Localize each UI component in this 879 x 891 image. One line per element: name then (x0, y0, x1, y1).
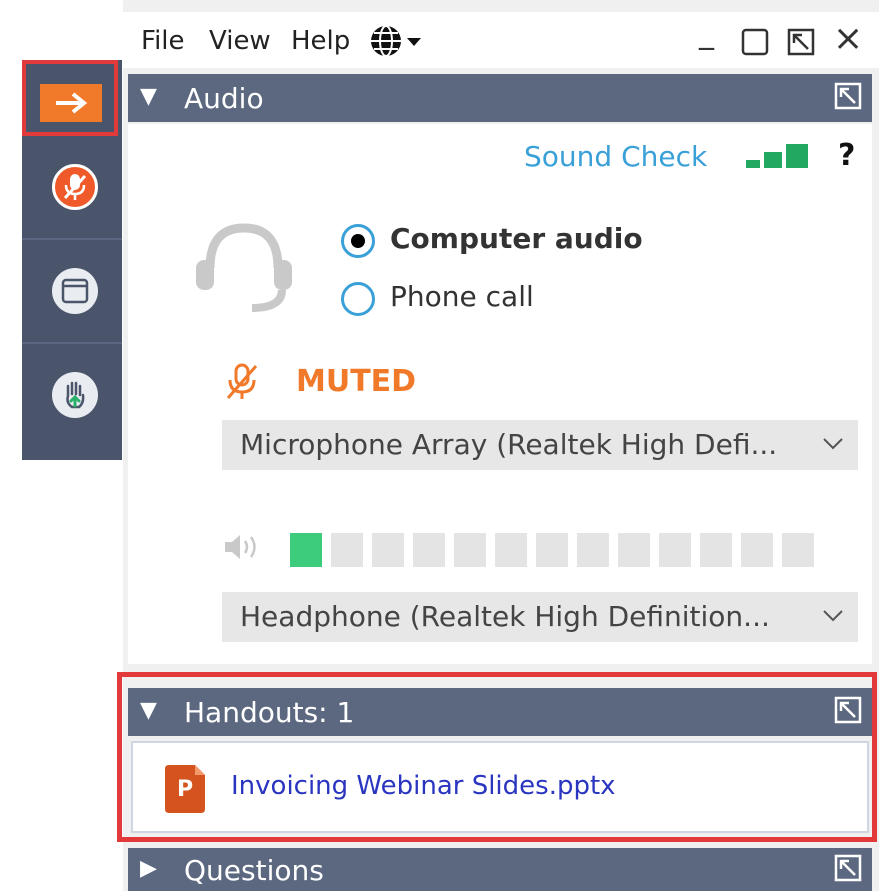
mic-status-label: MUTED (296, 364, 417, 399)
window-icon (61, 278, 89, 304)
language-menu[interactable] (369, 24, 435, 58)
muted-microphone-icon (226, 363, 258, 399)
signal-strength-icon (746, 144, 808, 168)
close-button[interactable]: × (833, 18, 863, 59)
audio-section-header[interactable]: ▼ Audio (128, 74, 872, 122)
level-meter-segment (536, 533, 568, 567)
questions-header-label: Questions (184, 854, 324, 887)
raise-hand-button[interactable] (52, 372, 98, 418)
popout-icon[interactable] (834, 854, 862, 882)
headset-icon (196, 223, 292, 312)
sound-check-link[interactable]: Sound Check (524, 140, 707, 173)
handouts-highlight (117, 672, 877, 842)
level-meter-segment (454, 533, 486, 567)
toolbar-divider (22, 238, 122, 240)
speaker-icon (225, 535, 256, 559)
menu-view[interactable]: View (209, 26, 271, 56)
computer-audio-radio[interactable] (341, 224, 375, 258)
phone-call-radio[interactable] (341, 282, 375, 316)
caret-down-icon: ▼ (140, 84, 157, 109)
caret-right-icon: ▶ (140, 856, 157, 881)
audio-section-body: Sound Check ? Computer audio Phone call … (128, 124, 872, 664)
raise-hand-icon (66, 381, 85, 409)
chevron-down-icon (823, 438, 843, 450)
microphone-select-value: Microphone Array (Realtek High Defi... (240, 428, 778, 461)
menu-bar: File View Help _ × (123, 12, 879, 68)
popout-icon (787, 28, 815, 56)
level-meter-segment (700, 533, 732, 567)
menu-help[interactable]: Help (291, 26, 350, 56)
level-meter-segment (618, 533, 650, 567)
help-icon[interactable]: ? (838, 138, 855, 173)
speaker-select[interactable]: Headphone (Realtek High Definition... (222, 592, 858, 642)
level-meter-segment (413, 533, 445, 567)
toolbar-divider (22, 342, 122, 344)
level-meter-segment (290, 533, 322, 567)
level-meter-segment (372, 533, 404, 567)
screen-button[interactable] (52, 268, 98, 314)
level-meter-segment (741, 533, 773, 567)
phone-call-label[interactable]: Phone call (390, 280, 534, 313)
caret-down-icon (407, 38, 421, 46)
audio-header-label: Audio (184, 82, 264, 115)
speaker-select-value: Headphone (Realtek High Definition... (240, 600, 770, 633)
popout-icon[interactable] (834, 82, 862, 110)
computer-audio-label[interactable]: Computer audio (390, 222, 643, 255)
globe-icon (371, 25, 421, 57)
chevron-down-icon (823, 610, 843, 622)
level-meter-segment (659, 533, 691, 567)
popout-window-button[interactable] (787, 28, 815, 56)
muted-microphone-icon (63, 174, 87, 200)
level-meter-segment (495, 533, 527, 567)
menu-file[interactable]: File (141, 26, 185, 56)
expand-button-highlight (22, 60, 118, 136)
maximize-icon (741, 28, 769, 56)
level-meter-segment (331, 533, 363, 567)
minimize-button[interactable]: _ (699, 16, 714, 51)
maximize-button[interactable] (741, 28, 769, 56)
mute-microphone-button[interactable] (52, 164, 98, 210)
questions-section-header[interactable]: ▶ Questions (128, 848, 872, 891)
level-meter-segment (577, 533, 609, 567)
level-meter-segment (782, 533, 814, 567)
microphone-select[interactable]: Microphone Array (Realtek High Defi... (222, 420, 858, 470)
